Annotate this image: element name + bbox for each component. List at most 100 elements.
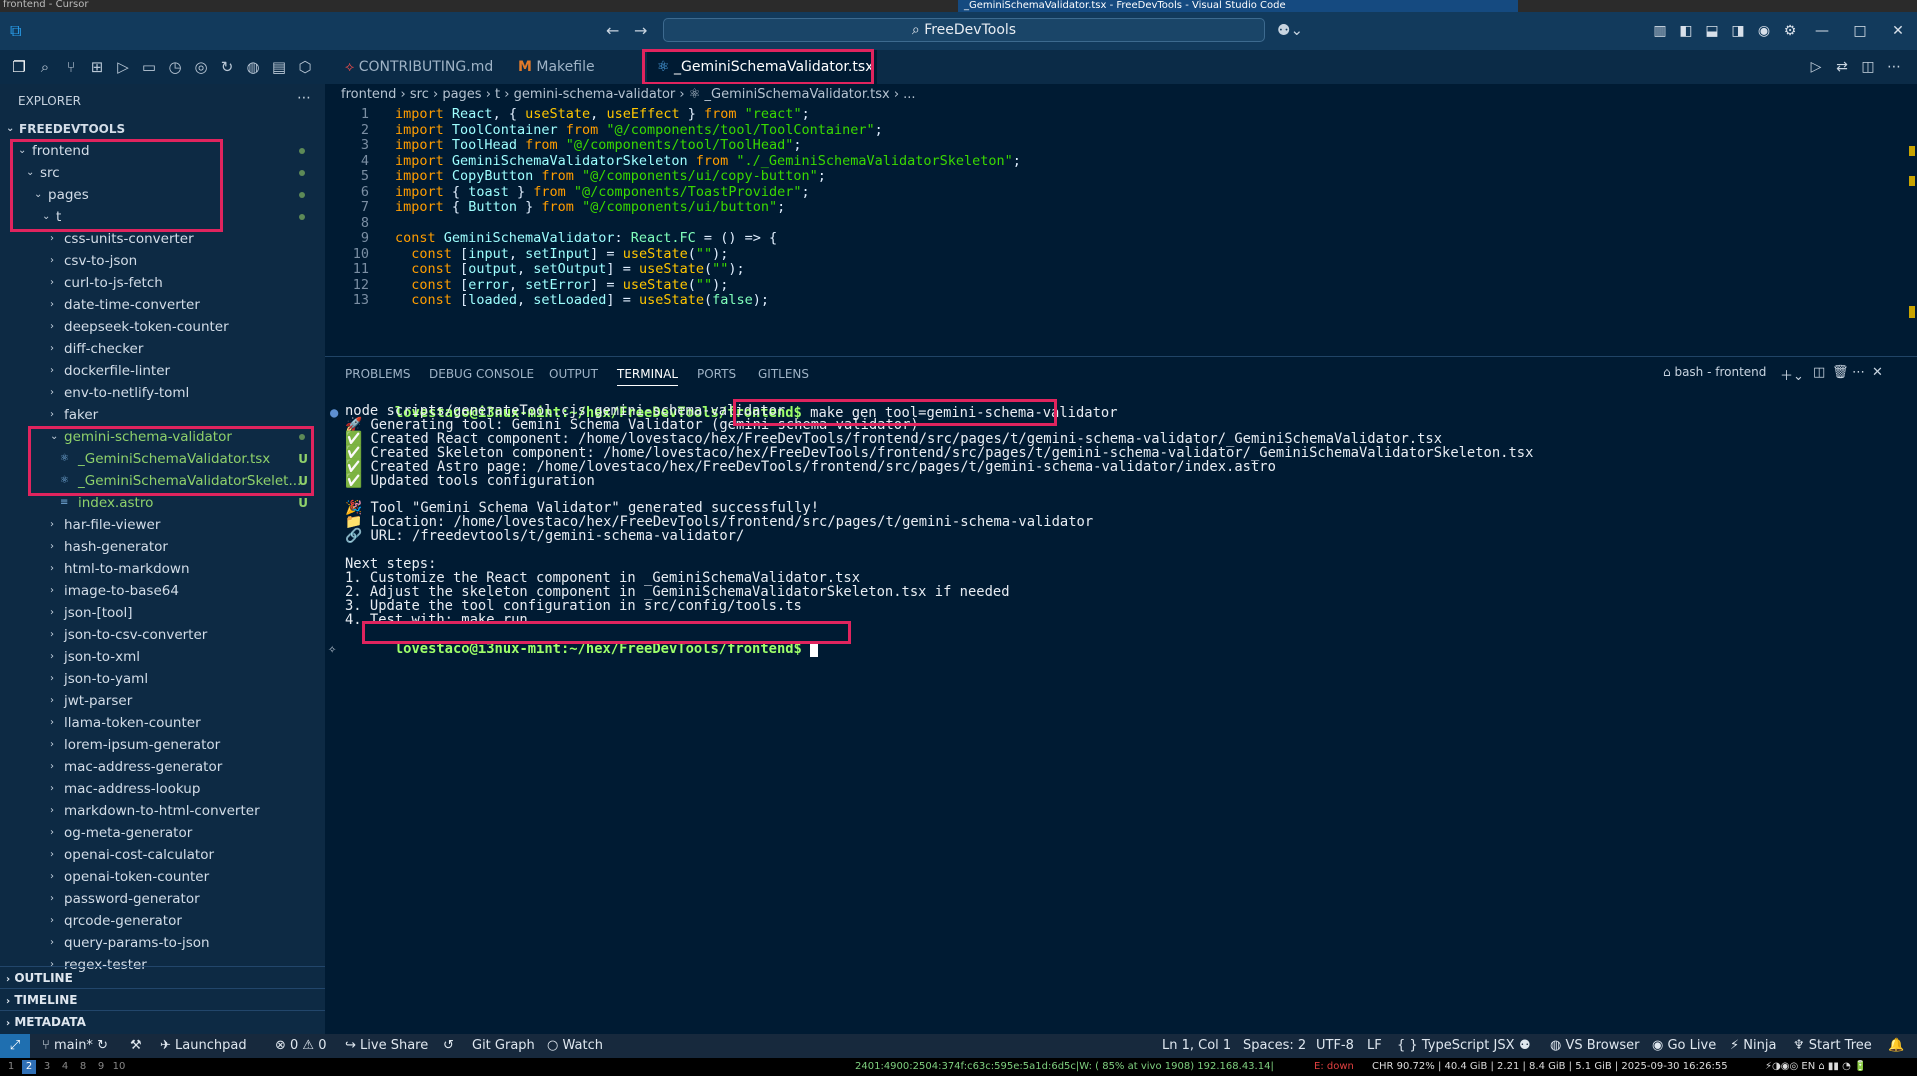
folder-item[interactable]: › date-time-converter xyxy=(0,294,325,316)
file-item[interactable]: ⚛ _GeminiSchemaValidatorSkelet... U xyxy=(0,470,325,492)
folder-item[interactable]: › mac-address-generator xyxy=(0,756,325,778)
tab-gemini-schema-validator[interactable]: ⚛ _GeminiSchemaValidator.tsx U ✕ xyxy=(647,50,877,109)
folder-item[interactable]: › openai-token-counter xyxy=(0,866,325,888)
folder-item[interactable]: ⌄ pages xyxy=(0,184,325,206)
workspace-button[interactable]: 2 xyxy=(22,1060,36,1074)
folder-item[interactable]: › curl-to-js-fetch xyxy=(0,272,325,294)
folder-item[interactable]: › dockerfile-linter xyxy=(0,360,325,382)
workspace-button[interactable]: 8 xyxy=(76,1060,90,1074)
browser-icon[interactable]: ◍ xyxy=(240,58,266,76)
command-center-search[interactable]: ⌕ FreeDevTools xyxy=(663,18,1265,42)
workspace-button[interactable]: 9 xyxy=(94,1060,108,1074)
folder-item[interactable]: › har-file-viewer xyxy=(0,514,325,536)
timeline-section[interactable]: › TIMELINE xyxy=(0,988,325,1010)
workspace-button[interactable]: 1 xyxy=(4,1060,18,1074)
split-editor-icon[interactable]: ◫ xyxy=(1855,59,1881,75)
back-arrow-icon[interactable]: ← xyxy=(606,21,619,40)
git-graph[interactable]: Git Graph xyxy=(472,1034,535,1058)
extensions-icon[interactable]: ⊞ xyxy=(84,58,110,76)
folder-item[interactable]: › markdown-to-html-converter xyxy=(0,800,325,822)
folder-item[interactable]: › hash-generator xyxy=(0,536,325,558)
go-live[interactable]: ◉ Go Live xyxy=(1652,1034,1716,1058)
metadata-section[interactable]: › METADATA xyxy=(0,1010,325,1032)
split-terminal-icon[interactable]: ◫ xyxy=(1813,365,1825,380)
folder-item[interactable]: › jwt-parser xyxy=(0,690,325,712)
code-editor[interactable]: 1 import React, { useState, useEffect } f… xyxy=(325,106,1917,356)
watch[interactable]: ○ Watch xyxy=(547,1034,603,1058)
tab-contributing[interactable]: ⟡ CONTRIBUTING.md xyxy=(335,50,495,84)
tab-terminal[interactable]: TERMINAL xyxy=(617,367,679,386)
folder-item[interactable]: › query-params-to-json xyxy=(0,932,325,954)
folder-item[interactable]: › json-to-csv-converter xyxy=(0,624,325,646)
git-branch[interactable]: ⑂ main* ↻ xyxy=(42,1034,108,1058)
ninja[interactable]: ⚡ Ninja xyxy=(1730,1034,1776,1058)
workspace-button[interactable]: 10 xyxy=(112,1060,126,1074)
tab-output[interactable]: OUTPUT xyxy=(549,367,598,381)
panel-more-icon[interactable]: ⋯ xyxy=(1852,365,1865,380)
debug-icon[interactable]: ⚒ xyxy=(130,1034,142,1058)
timeline-icon[interactable]: ◷ xyxy=(162,58,188,76)
close-window-icon[interactable]: ✕ xyxy=(1879,23,1917,39)
problems-count[interactable]: ⊗ 0 ⚠ 0 xyxy=(275,1034,327,1058)
folder-item[interactable]: › diff-checker xyxy=(0,338,325,360)
history-icon[interactable]: ↺ xyxy=(443,1034,454,1058)
folder-item[interactable]: › mac-address-lookup xyxy=(0,778,325,800)
explorer-icon[interactable]: ❐ xyxy=(6,58,32,76)
folder-item[interactable]: › og-meta-generator xyxy=(0,822,325,844)
workspace-root[interactable]: ⌄ FREEDEVTOOLS xyxy=(0,118,325,140)
end-of-line[interactable]: LF xyxy=(1367,1034,1382,1058)
terminal-shell-selector[interactable]: ⌂ bash - frontend xyxy=(1663,365,1766,379)
outline-section[interactable]: › OUTLINE xyxy=(0,966,325,988)
cursor-position[interactable]: Ln 1, Col 1 xyxy=(1162,1034,1231,1058)
docker-icon[interactable]: ⬡ xyxy=(292,58,318,76)
source-control-icon[interactable]: ⑂ xyxy=(58,58,84,76)
tab-gitlens[interactable]: GITLENS xyxy=(758,367,809,381)
folder-item[interactable]: › env-to-netlify-toml xyxy=(0,382,325,404)
workspace-button[interactable]: 3 xyxy=(40,1060,54,1074)
folder-item[interactable]: ⌄ src xyxy=(0,162,325,184)
remote-explorer-icon[interactable]: ▭ xyxy=(136,58,162,76)
run-icon[interactable]: ▷ xyxy=(1803,59,1829,75)
folder-item[interactable]: › deepseek-token-counter xyxy=(0,316,325,338)
vs-browser[interactable]: ◍ VS Browser xyxy=(1550,1034,1639,1058)
folder-item[interactable]: › css-units-converter xyxy=(0,228,325,250)
folder-item[interactable]: › openai-cost-calculator xyxy=(0,844,325,866)
new-terminal-icon[interactable]: ＋⌄ xyxy=(1780,365,1804,384)
folder-item[interactable]: › csv-to-json xyxy=(0,250,325,272)
live-share[interactable]: ↪ Live Share xyxy=(345,1034,428,1058)
layout-icon[interactable]: ▥ xyxy=(1647,23,1673,39)
encoding[interactable]: UTF-8 xyxy=(1316,1034,1354,1058)
folder-item[interactable]: ⌄ gemini-schema-validator xyxy=(0,426,325,448)
gitlens-icon[interactable]: ◎ xyxy=(188,58,214,76)
notebook-icon[interactable]: ▤ xyxy=(266,58,292,76)
launchpad[interactable]: ✈ Launchpad xyxy=(160,1034,247,1058)
folder-item[interactable]: › password-generator xyxy=(0,888,325,910)
remote-indicator-icon[interactable]: ⤢ xyxy=(0,1034,30,1058)
account-icon[interactable]: ◉ xyxy=(1751,23,1777,39)
maximize-icon[interactable]: □ xyxy=(1841,23,1879,39)
notifications-icon[interactable]: 🔔 xyxy=(1888,1034,1904,1058)
folder-item[interactable]: › llama-token-counter xyxy=(0,712,325,734)
file-item[interactable]: ⚛ _GeminiSchemaValidator.tsx U xyxy=(0,448,325,470)
workspace-button[interactable]: 4 xyxy=(58,1060,72,1074)
copilot-status-icon[interactable]: ⚉ xyxy=(1519,1034,1531,1058)
search-icon[interactable]: ⌕ xyxy=(32,58,58,76)
indentation[interactable]: Spaces: 2 xyxy=(1243,1034,1306,1058)
live-share-icon[interactable]: ↻ xyxy=(214,58,240,76)
kill-terminal-icon[interactable]: 🗑 xyxy=(1832,365,1849,380)
file-item[interactable]: ≡ index.astro U xyxy=(0,492,325,514)
folder-item[interactable]: › json-to-yaml xyxy=(0,668,325,690)
copilot-icon[interactable]: ⚉⌄ xyxy=(1277,21,1303,39)
close-panel-icon[interactable]: ✕ xyxy=(1872,365,1883,380)
tab-ports[interactable]: PORTS xyxy=(697,367,736,381)
minimap[interactable] xyxy=(1907,106,1917,356)
settings-gear-icon[interactable]: ⚙ xyxy=(1777,23,1803,39)
forward-arrow-icon[interactable]: → xyxy=(634,21,647,40)
tab-problems[interactable]: PROBLEMS xyxy=(345,367,411,381)
minimize-icon[interactable]: — xyxy=(1803,23,1841,39)
folder-item[interactable]: ⌄ t xyxy=(0,206,325,228)
breadcrumb[interactable]: frontend › src › pages › t › gemini-sche… xyxy=(325,84,1917,106)
compare-icon[interactable]: ⇄ xyxy=(1829,59,1855,75)
folder-item[interactable]: › image-to-base64 xyxy=(0,580,325,602)
start-tree[interactable]: ♆ Start Tree xyxy=(1793,1034,1872,1058)
